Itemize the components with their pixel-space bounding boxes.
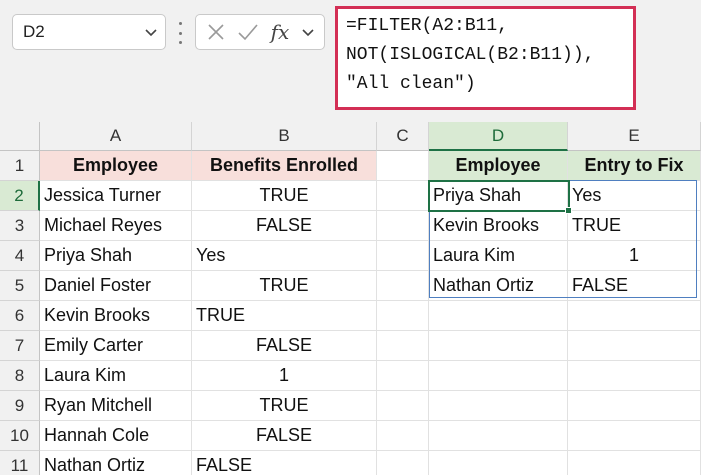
column-header-c[interactable]: C <box>377 122 429 151</box>
cell[interactable] <box>377 241 429 271</box>
cell[interactable] <box>568 361 701 391</box>
cell[interactable] <box>377 361 429 391</box>
cell-employee[interactable]: Nathan Ortiz <box>40 451 192 475</box>
cell[interactable] <box>568 301 701 331</box>
name-box-value: D2 <box>23 22 45 41</box>
cell-benefits[interactable]: FALSE <box>192 211 377 241</box>
cell[interactable] <box>568 331 701 361</box>
cell-employee[interactable]: Priya Shah <box>40 241 192 271</box>
cell-employee[interactable]: Ryan Mitchell <box>40 391 192 421</box>
cell-benefits[interactable]: TRUE <box>192 301 377 331</box>
row-header[interactable]: 5 <box>0 271 40 301</box>
cell[interactable] <box>377 451 429 475</box>
cell[interactable] <box>377 211 429 241</box>
row-header[interactable]: 8 <box>0 361 40 391</box>
cell-entry[interactable]: TRUE <box>568 211 701 241</box>
formula-line: NOT(ISLOGICAL(B2:B11)), <box>346 45 595 65</box>
cell-benefits[interactable]: 1 <box>192 361 377 391</box>
cell[interactable] <box>377 271 429 301</box>
cell-employee[interactable]: Laura Kim <box>429 241 568 271</box>
fill-handle[interactable] <box>565 207 572 214</box>
column-header-b[interactable]: B <box>192 122 377 151</box>
header-employee[interactable]: Employee <box>429 151 568 181</box>
formula-actions: fx <box>195 14 325 50</box>
column-header-e[interactable]: E <box>568 122 701 151</box>
cell[interactable] <box>377 331 429 361</box>
cell[interactable] <box>377 151 429 181</box>
close-icon[interactable] <box>204 20 228 44</box>
cell-employee[interactable]: Kevin Brooks <box>40 301 192 331</box>
cell-benefits[interactable]: FALSE <box>192 421 377 451</box>
row-header[interactable]: 3 <box>0 211 40 241</box>
fx-label: fx <box>270 20 290 44</box>
row-header[interactable]: 1 <box>0 151 40 181</box>
row-header[interactable]: 4 <box>0 241 40 271</box>
cell-employee[interactable]: Emily Carter <box>40 331 192 361</box>
row-header[interactable]: 7 <box>0 331 40 361</box>
cell-benefits[interactable]: Yes <box>192 241 377 271</box>
cell-entry[interactable]: 1 <box>568 241 701 271</box>
header-benefits-enrolled[interactable]: Benefits Enrolled <box>192 151 377 181</box>
cell-employee[interactable]: Laura Kim <box>40 361 192 391</box>
cell[interactable] <box>429 331 568 361</box>
row-header[interactable]: 6 <box>0 301 40 331</box>
cell[interactable] <box>377 181 429 211</box>
drag-handle[interactable] <box>177 22 183 44</box>
cell-employee[interactable]: Jessica Turner <box>40 181 192 211</box>
cell[interactable] <box>377 391 429 421</box>
cell[interactable] <box>429 391 568 421</box>
cell-entry[interactable]: Yes <box>568 181 701 211</box>
cell-employee[interactable]: Hannah Cole <box>40 421 192 451</box>
cell[interactable] <box>429 451 568 475</box>
cell-entry[interactable]: FALSE <box>568 271 701 301</box>
row-header[interactable]: 2 <box>0 181 40 211</box>
cell[interactable] <box>568 421 701 451</box>
column-header-a[interactable]: A <box>40 122 192 151</box>
cell[interactable] <box>568 391 701 421</box>
cell[interactable] <box>377 421 429 451</box>
chevron-down-icon[interactable] <box>143 24 159 40</box>
fx-icon[interactable]: fx <box>268 20 292 44</box>
cell-employee[interactable]: Nathan Ortiz <box>429 271 568 301</box>
row-header[interactable]: 10 <box>0 421 40 451</box>
cell[interactable] <box>568 451 701 475</box>
name-box[interactable]: D2 <box>12 14 166 50</box>
header-employee[interactable]: Employee <box>40 151 192 181</box>
cell-benefits[interactable]: FALSE <box>192 451 377 475</box>
header-entry-to-fix[interactable]: Entry to Fix <box>568 151 701 181</box>
cell-employee[interactable]: Daniel Foster <box>40 271 192 301</box>
check-icon[interactable] <box>236 20 260 44</box>
cell[interactable] <box>377 301 429 331</box>
select-all-corner[interactable] <box>0 122 40 151</box>
cell[interactable] <box>429 301 568 331</box>
cell-benefits[interactable]: TRUE <box>192 271 377 301</box>
row-header[interactable]: 11 <box>0 451 40 475</box>
cell-employee[interactable]: Michael Reyes <box>40 211 192 241</box>
formula-line: =FILTER(A2:B11, <box>346 16 509 36</box>
row-header[interactable]: 9 <box>0 391 40 421</box>
cell-benefits[interactable]: FALSE <box>192 331 377 361</box>
cell[interactable] <box>429 361 568 391</box>
formula-input[interactable]: =FILTER(A2:B11, NOT(ISLOGICAL(B2:B11)), … <box>335 6 636 110</box>
formula-line: "All clean") <box>346 74 476 94</box>
cell-benefits[interactable]: TRUE <box>192 181 377 211</box>
cell-employee[interactable]: Kevin Brooks <box>429 211 568 241</box>
cell-employee[interactable]: Priya Shah <box>429 181 568 211</box>
cell-benefits[interactable]: TRUE <box>192 391 377 421</box>
column-header-d[interactable]: D <box>429 122 568 151</box>
chevron-down-icon[interactable] <box>300 24 316 40</box>
cell[interactable] <box>429 421 568 451</box>
